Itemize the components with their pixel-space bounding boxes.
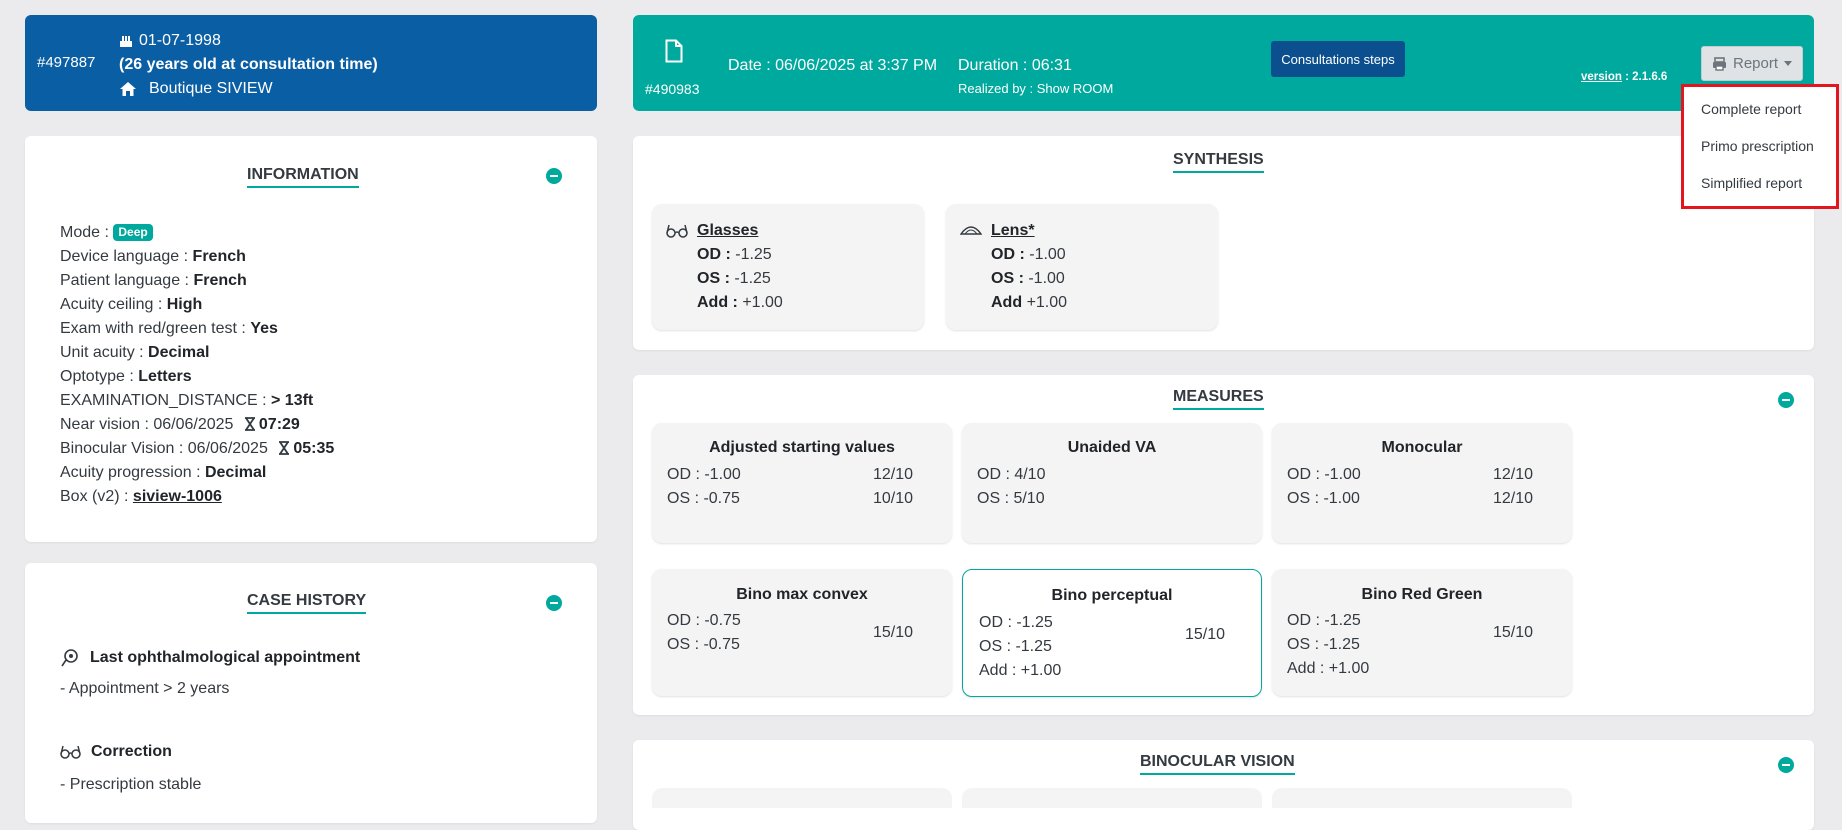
consultation-header: #490983 Date : 06/06/2025 at 3:37 PM Dur… [633,15,1814,111]
report-dropdown-button[interactable]: Report [1701,46,1803,81]
case-history-item: Correction [60,743,172,761]
measure-card-monocular[interactable]: Monocular OD : -1.00 OS : -1.00 12/10 12/1… [1272,423,1572,543]
menu-item-primo-prescription[interactable]: Primo prescription [1701,138,1836,175]
collapse-information-icon[interactable] [546,168,562,184]
synthesis-card-glasses: Glasses OD : -1.25 OS : -1.25 Add : +1.0… [652,204,924,330]
consultation-realized-by: Realized by : Show ROOM [958,81,1114,96]
version-value: : 2.1.6.6 [1625,71,1668,83]
patient-birthdate: 01-07-1998 [139,32,221,49]
birthday-cake-icon [120,36,132,47]
box-link[interactable]: siview-1006 [133,488,222,505]
printer-icon [1712,56,1726,71]
document-icon [665,39,683,63]
measure-card-bino-max-convex[interactable]: Bino max convex OD : -0.75 OS : -0.75 15/… [652,569,952,696]
patient-header: #497887 01-07-1998 (26 years old at cons… [25,15,597,111]
case-history-panel: CASE HISTORY Last ophthalmological appoi… [25,563,597,823]
measures-title: MEASURES [1173,388,1264,410]
report-dropdown-menu: Complete report Primo prescription Simpl… [1681,84,1839,209]
information-title: INFORMATION [247,166,359,188]
version-link[interactable]: version [1581,71,1622,83]
synthesis-card-lens: Lens* OD : -1.00 OS : -1.00 Add +1.00 [946,204,1218,330]
collapse-measures-icon[interactable] [1778,392,1794,408]
information-list: Mode : Deep Device language : French Pat… [60,224,335,505]
contact-lens-icon [960,226,982,235]
glasses-link[interactable]: Glasses [697,219,783,243]
binocular-card-stub [1272,788,1572,808]
glasses-icon [666,224,688,238]
consultation-steps-button[interactable]: Consultations steps [1271,41,1405,77]
binocular-vision-panel: BINOCULAR VISION [633,740,1814,830]
measure-card-bino-red-green[interactable]: Bino Red Green OD : -1.25 OS : -1.25 Add :… [1272,569,1572,696]
patient-store: Boutique SIVIEW [149,80,273,97]
report-button-label: Report [1732,55,1779,72]
measure-card-bino-perceptual[interactable]: Bino perceptual OD : -1.25 OS : -1.25 Add … [962,569,1262,697]
case-history-item: Last ophthalmological appointment [60,648,360,668]
hourglass-icon [244,417,255,431]
mode-badge: Deep [113,224,153,241]
case-history-title: CASE HISTORY [247,592,367,614]
binocular-card-stub [652,788,952,808]
measure-card-adjusted[interactable]: Adjusted starting values OD : -1.00 OS : … [652,423,952,543]
patient-info: 01-07-1998 (26 years old at consultation… [119,29,378,101]
glasses-icon [60,745,81,759]
binocular-vision-title: BINOCULAR VISION [1140,753,1295,775]
version-info: version : 2.1.6.6 [1581,71,1667,83]
caret-down-icon [1784,61,1793,66]
lens-link[interactable]: Lens* [991,219,1067,243]
information-panel: INFORMATION Mode : Deep Device language … [25,136,597,542]
menu-item-simplified-report[interactable]: Simplified report [1701,175,1836,212]
home-icon [120,82,136,96]
measure-card-unaided[interactable]: Unaided VA OD : 4/10 OS : 5/10 [962,423,1262,543]
consultation-date: Date : 06/06/2025 at 3:37 PM [728,57,938,74]
menu-item-complete-report[interactable]: Complete report [1701,101,1836,138]
patient-id: #497887 [37,54,96,71]
consultation-duration: Duration : 06:31 [958,57,1072,74]
consultation-id: #490983 [645,81,700,97]
collapse-binocular-vision-icon[interactable] [1778,757,1794,773]
hourglass-icon [279,441,290,455]
synthesis-title: SYNTHESIS [1173,151,1264,173]
patient-age: (26 years old at consultation time) [119,56,378,73]
ophthalmologist-icon [61,649,78,667]
collapse-case-history-icon[interactable] [546,595,562,611]
binocular-card-stub [962,788,1262,808]
